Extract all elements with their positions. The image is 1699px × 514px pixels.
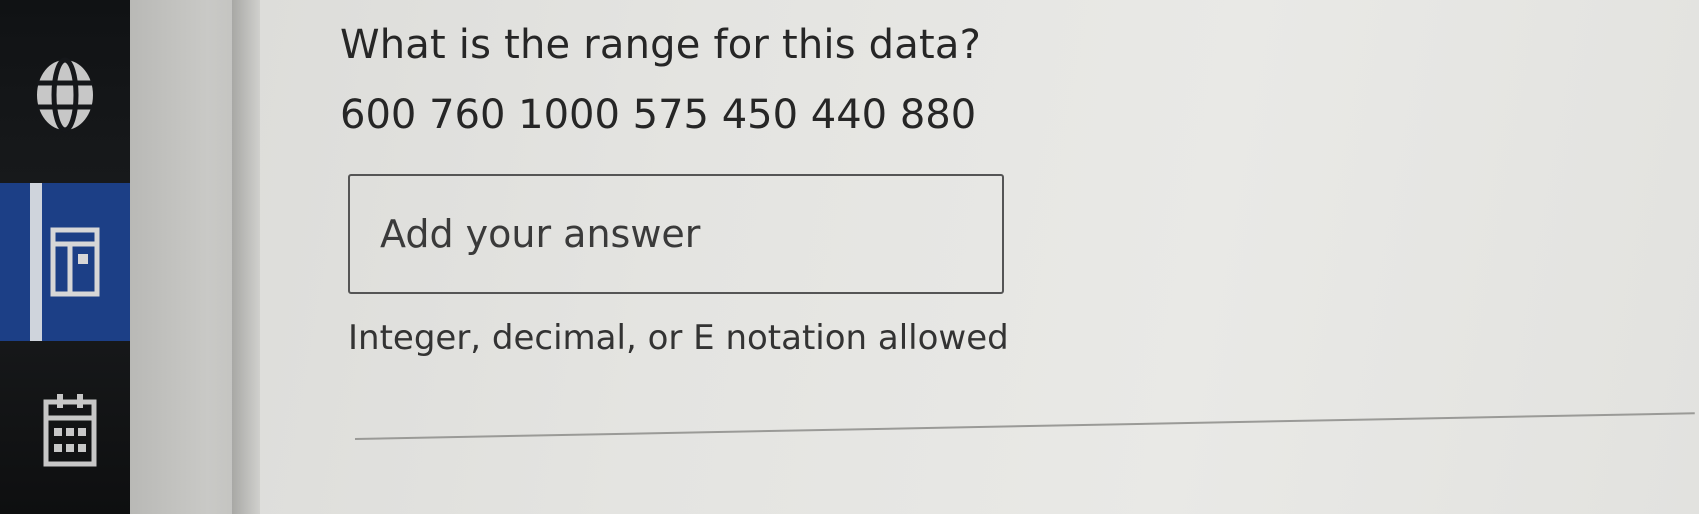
- sidebar-item-globe[interactable]: [0, 50, 130, 140]
- answer-box[interactable]: [348, 174, 1004, 294]
- screen: What is the range for this data? 600 760…: [0, 0, 1699, 514]
- data-values: 600 760 1000 575 450 440 880: [340, 92, 977, 138]
- sidebar-item-calendar[interactable]: [0, 385, 130, 475]
- answer-format-hint: Integer, decimal, or E notation allowed: [348, 318, 1009, 358]
- globe-icon: [34, 57, 96, 133]
- sidebar-item-assignments[interactable]: [0, 183, 130, 341]
- sidebar-rail: [0, 0, 130, 514]
- answer-input[interactable]: [350, 176, 1002, 292]
- question-panel: What is the range for this data? 600 760…: [260, 0, 1699, 514]
- panel-edge: [232, 0, 260, 514]
- calendar-icon: [43, 392, 97, 468]
- question-text: What is the range for this data?: [340, 22, 982, 68]
- assignment-icon: [50, 224, 100, 300]
- divider: [354, 412, 1695, 440]
